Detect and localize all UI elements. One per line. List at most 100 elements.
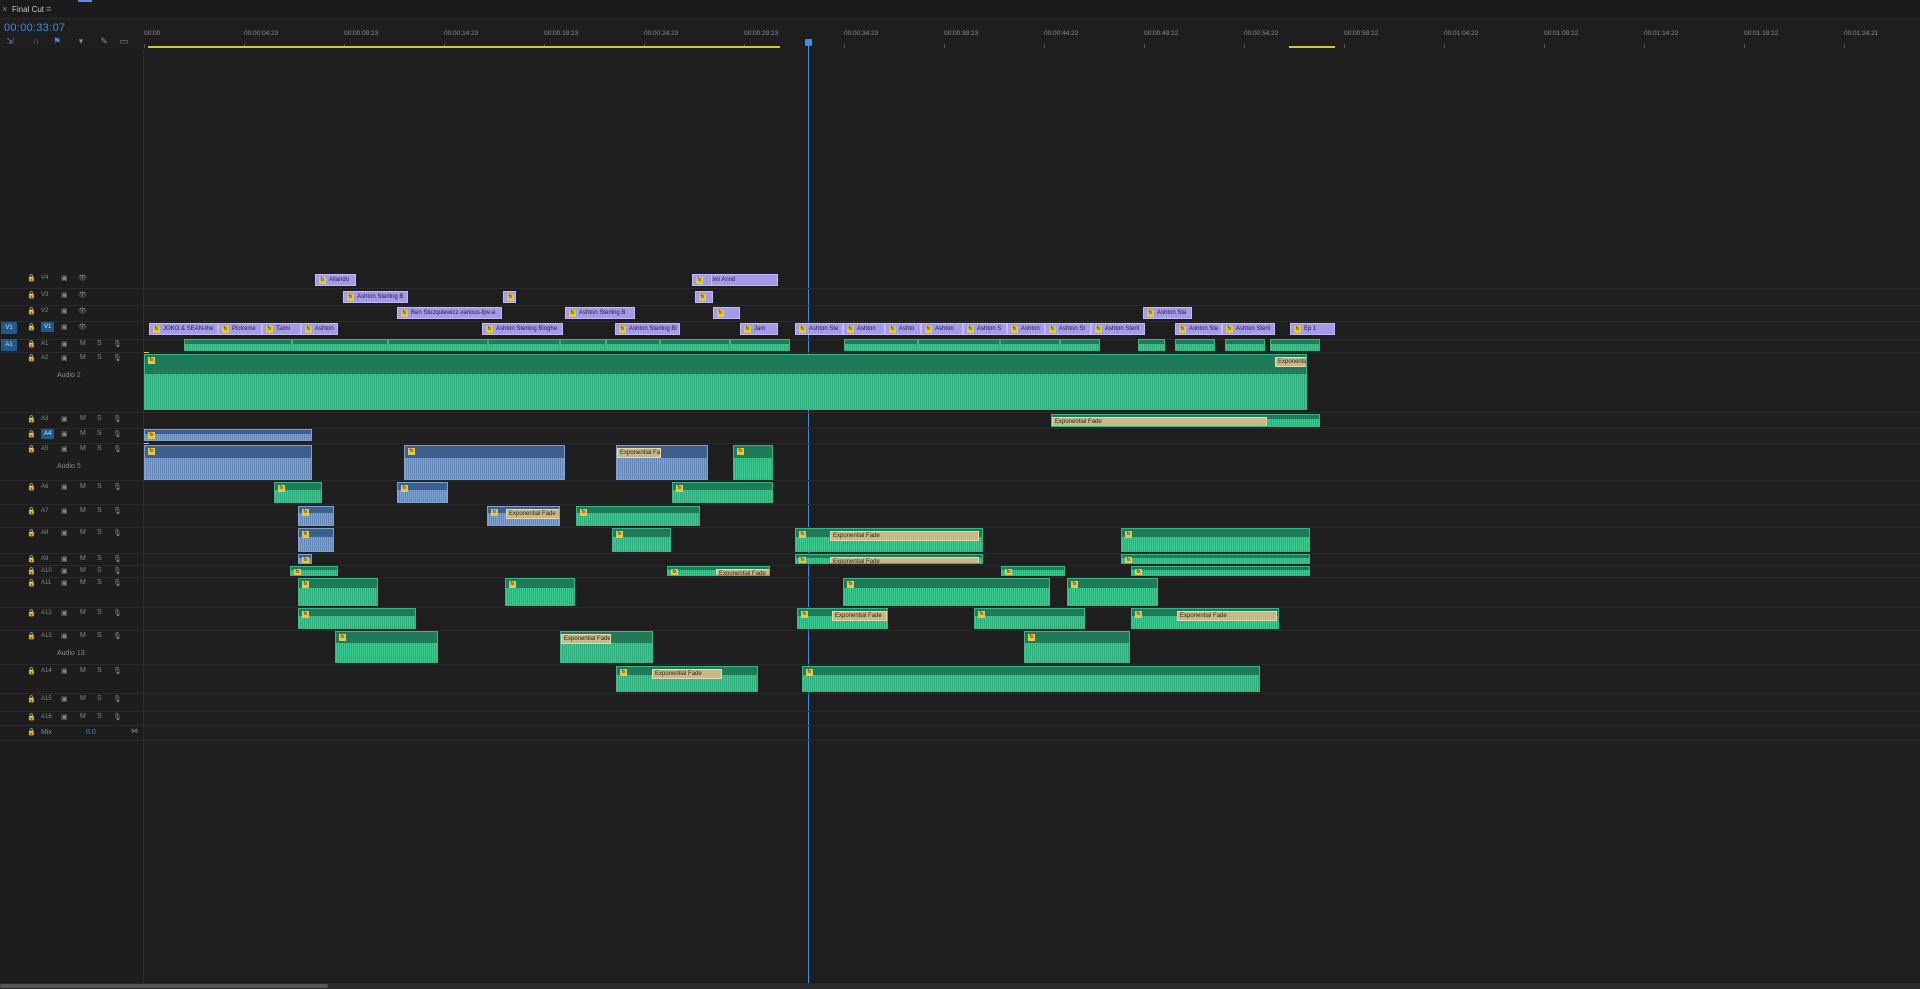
scrollbar-thumb[interactable] xyxy=(0,984,328,988)
record-mic-icon[interactable]: 🎙 xyxy=(113,430,122,438)
mute-button[interactable]: M xyxy=(80,445,86,452)
exponential-fade-transition[interactable]: Exponential Fade xyxy=(832,611,887,621)
mute-button[interactable]: M xyxy=(80,609,86,616)
sync-lock-icon[interactable]: ▣ xyxy=(61,567,68,575)
audio-clip[interactable] xyxy=(1000,339,1060,351)
exponential-fade-transition[interactable]: Exponential Fade xyxy=(561,634,611,644)
video-clip[interactable]: fx xyxy=(695,291,713,303)
mute-button[interactable]: M xyxy=(80,529,86,536)
lock-icon[interactable]: 🔒 xyxy=(27,728,36,736)
solo-button[interactable]: S xyxy=(97,529,102,536)
audio-clip[interactable] xyxy=(184,339,292,351)
video-clip[interactable]: fx Ashton xyxy=(1007,323,1045,335)
lock-icon[interactable]: 🔒 xyxy=(27,274,36,282)
sync-lock-icon[interactable]: ▣ xyxy=(61,507,68,515)
visibility-eye-icon[interactable]: 👁 xyxy=(78,274,87,282)
audio-clip[interactable] xyxy=(1270,339,1320,351)
video-clip[interactable]: fx xyxy=(503,291,516,303)
solo-button[interactable]: S xyxy=(97,354,102,361)
solo-button[interactable]: S xyxy=(97,483,102,490)
marker-icon[interactable]: ▾ xyxy=(75,35,87,47)
video-clip[interactable]: fx Jam xyxy=(740,323,778,335)
record-mic-icon[interactable]: 🎙 xyxy=(113,529,122,537)
audio-clip[interactable]: fx xyxy=(612,528,671,552)
lock-icon[interactable]: 🔒 xyxy=(27,579,36,587)
source-patch-a1[interactable]: A1 xyxy=(1,339,17,351)
record-mic-icon[interactable]: 🎙 xyxy=(113,609,122,617)
audio-clip[interactable] xyxy=(844,339,918,351)
video-clip[interactable]: fx Ashton Sterli xyxy=(1222,323,1275,335)
audio-clip[interactable]: fx Exponential xyxy=(144,354,1307,410)
audio-clip[interactable] xyxy=(292,339,388,351)
record-mic-icon[interactable]: 🎙 xyxy=(113,507,122,515)
audio-clip[interactable]: fxExponential Fade xyxy=(1131,608,1279,629)
video-clip[interactable]: fx Ashton xyxy=(301,323,338,335)
exponential-fade-transition[interactable]: Exponential Fade xyxy=(1052,417,1267,426)
video-clip[interactable]: fx Ashton S xyxy=(963,323,1007,335)
solo-button[interactable]: S xyxy=(97,695,102,702)
mute-button[interactable]: M xyxy=(80,340,86,347)
audio-clip[interactable]: fx xyxy=(802,666,1260,692)
work-area-bar[interactable] xyxy=(148,46,780,48)
exponential-fade-transition[interactable]: Exponential Fade xyxy=(716,569,769,575)
video-clip[interactable]: fx xyxy=(692,274,712,286)
lock-icon[interactable]: 🔒 xyxy=(27,430,36,438)
sync-lock-icon[interactable]: ▣ xyxy=(61,274,68,282)
mute-button[interactable]: M xyxy=(80,415,86,422)
lock-icon[interactable]: 🔒 xyxy=(27,323,36,331)
video-clip[interactable]: fx Pictreme xyxy=(218,323,262,335)
audio-clip[interactable]: fx xyxy=(298,506,334,526)
audio-clip[interactable]: fx xyxy=(404,445,565,480)
audio-clip[interactable]: fxExponential Fade xyxy=(487,506,560,526)
exponential-fade-transition[interactable]: Exponential Fade xyxy=(830,557,979,563)
audio-clip[interactable]: fx xyxy=(298,554,312,564)
captions-icon[interactable]: ▭ xyxy=(118,35,130,47)
exponential-fade-transition[interactable]: Exponential Fade xyxy=(617,448,661,458)
audio-clip[interactable] xyxy=(606,339,660,351)
exponential-fade-transition[interactable]: Exponential Fade xyxy=(506,509,559,519)
record-mic-icon[interactable]: 🎙 xyxy=(113,713,122,721)
audio-clip[interactable]: fxExponential Fade xyxy=(560,631,653,663)
mute-button[interactable]: M xyxy=(80,483,86,490)
visibility-eye-icon[interactable]: 👁 xyxy=(78,307,87,315)
linked-selection-icon[interactable]: ∩ xyxy=(30,35,42,47)
record-mic-icon[interactable]: 🎙 xyxy=(113,415,122,423)
audio-clip[interactable] xyxy=(918,339,1000,351)
audio-clip[interactable] xyxy=(730,339,790,351)
lock-icon[interactable]: 🔒 xyxy=(27,567,36,575)
exponential-fade-transition[interactable]: Exponential Fade xyxy=(830,531,979,541)
sync-lock-icon[interactable]: ▣ xyxy=(61,445,68,453)
mute-button[interactable]: M xyxy=(80,695,86,702)
solo-button[interactable]: S xyxy=(97,507,102,514)
sync-lock-icon[interactable]: ▣ xyxy=(61,713,68,721)
close-sequence-icon[interactable]: × xyxy=(2,4,7,14)
solo-button[interactable]: S xyxy=(97,445,102,452)
record-mic-icon[interactable]: 🎙 xyxy=(113,555,122,563)
lock-icon[interactable]: 🔒 xyxy=(27,632,36,640)
snap-icon[interactable]: ⇲ xyxy=(4,35,16,47)
audio-clip[interactable] xyxy=(660,339,730,351)
solo-button[interactable]: S xyxy=(97,555,102,562)
mute-button[interactable]: M xyxy=(80,632,86,639)
video-clip[interactable]: fx JOKO & SEAN-the xyxy=(149,323,218,335)
record-mic-icon[interactable]: 🎙 xyxy=(113,579,122,587)
audio-clip[interactable] xyxy=(488,339,560,351)
solo-button[interactable]: S xyxy=(97,430,102,437)
audio-clip[interactable]: fx xyxy=(1067,578,1158,606)
audio-clip[interactable]: fx xyxy=(576,506,700,526)
solo-button[interactable]: S xyxy=(97,632,102,639)
record-mic-icon[interactable]: 🎙 xyxy=(113,354,122,362)
sync-lock-icon[interactable]: ▣ xyxy=(61,529,68,537)
solo-button[interactable]: S xyxy=(97,567,102,574)
audio-clip[interactable]: fx xyxy=(1001,566,1065,576)
audio-clip[interactable]: fx xyxy=(397,482,448,503)
sync-lock-icon[interactable]: ▣ xyxy=(61,632,68,640)
video-clip[interactable]: fx Ashton Sterli xyxy=(1091,323,1145,335)
work-area-bar[interactable] xyxy=(1289,46,1335,48)
audio-clip[interactable]: fx xyxy=(290,566,338,576)
audio-clip[interactable]: fxExponential Fade xyxy=(1051,414,1320,427)
mute-button[interactable]: M xyxy=(80,567,86,574)
mix-expand-icon[interactable]: ⋈ xyxy=(131,727,138,735)
lock-icon[interactable]: 🔒 xyxy=(27,445,36,453)
sync-lock-icon[interactable]: ▣ xyxy=(61,291,68,299)
